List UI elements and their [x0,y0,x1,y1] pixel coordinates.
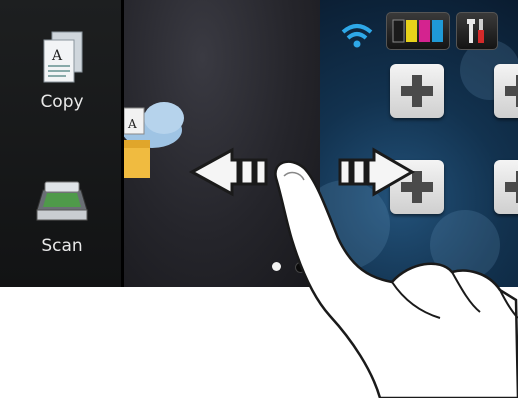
swipe-left-arrow-icon [188,147,268,197]
swipe-right-arrow-icon [338,147,415,197]
pointing-finger-icon [274,160,518,398]
swipe-gesture-overlay [188,147,518,398]
